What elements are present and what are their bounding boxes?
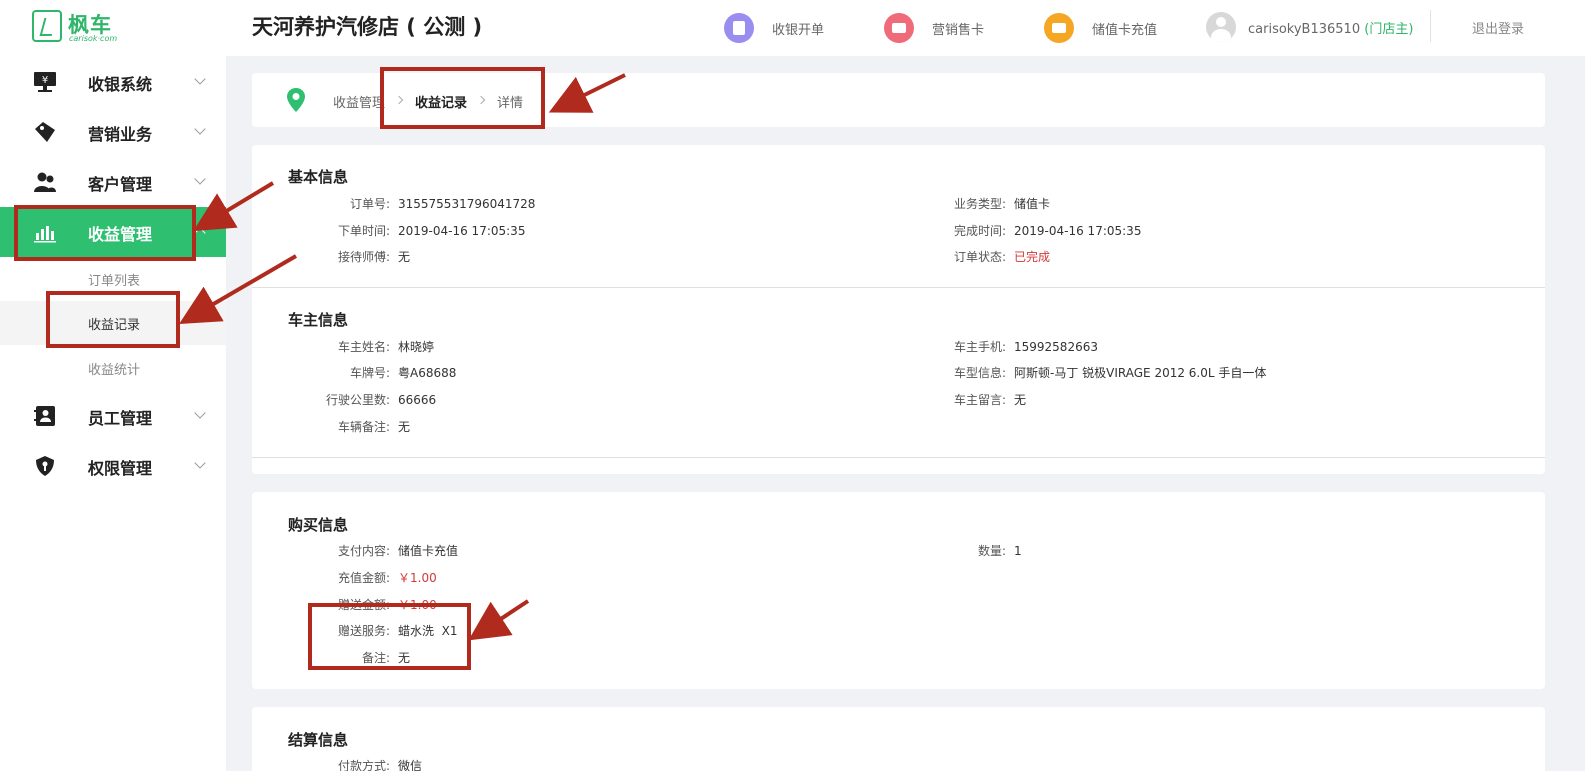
annotation-arrow xyxy=(468,599,530,641)
annotation-arrow xyxy=(179,254,298,325)
annotation-arrow xyxy=(193,181,275,232)
annotation-arrow xyxy=(548,73,626,113)
annotation-arrows xyxy=(179,73,626,641)
